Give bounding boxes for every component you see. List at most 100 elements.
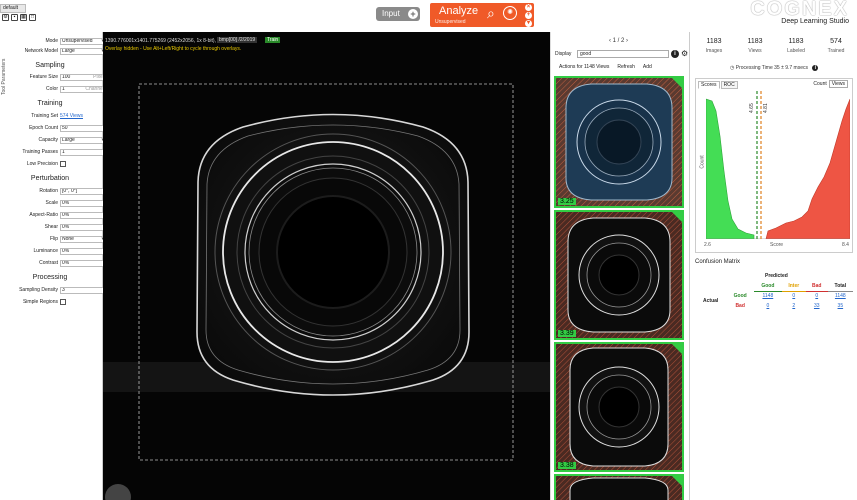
thumbnail-score: 3.39 [558, 330, 576, 337]
display-filter-select[interactable]: good [577, 50, 669, 58]
workspace-tab[interactable]: default [0, 4, 26, 13]
aspect-row: Aspect-Ratio 0% [8, 212, 106, 219]
trainset-label: Training Set [31, 113, 58, 119]
info-icon[interactable]: i [812, 65, 819, 71]
aspect-value: 0% [62, 212, 70, 218]
layout-icon[interactable]: ▪ [11, 14, 18, 21]
window-icon[interactable]: □ [29, 14, 36, 21]
scale-field[interactable]: 0% [60, 200, 106, 207]
shear-field[interactable]: 0% [60, 224, 106, 231]
add-icon[interactable]: + [408, 9, 418, 19]
capacity-select[interactable]: Large▾ [60, 137, 106, 144]
rotation-field[interactable]: [0°, 0°] [60, 188, 106, 195]
thumbnail-4[interactable] [554, 474, 684, 500]
stat-label: Views [748, 48, 762, 54]
mode-row: Mode Unsupervised▾ [8, 38, 106, 45]
chevron-down-icon[interactable]: ▾ [525, 20, 532, 27]
epoch-label: Epoch Count [29, 125, 58, 131]
brand-logo: COGNEX Deep Learning Studio [750, 0, 849, 25]
actions-menu[interactable]: Actions for 1148 Views [559, 64, 609, 70]
predicted-label: Predicted [765, 273, 788, 279]
add-button[interactable]: Add [643, 64, 652, 70]
feature-value: 100 [62, 74, 71, 80]
pager: ‹ 1 / 2 › [609, 38, 628, 44]
col-total: Total [827, 281, 853, 292]
grid-icon[interactable]: ▦ [20, 14, 27, 21]
mode-label: Mode [45, 38, 58, 44]
cell-good-good[interactable]: 1148 [754, 291, 782, 301]
network-row: Network Model Large▾ [8, 48, 106, 55]
cell-good-inter[interactable]: 0 [782, 291, 806, 301]
input-tool-button[interactable]: Input + [376, 7, 420, 21]
network-value: Large [62, 48, 75, 54]
color-field[interactable]: 1 Channel [60, 86, 106, 93]
count-label: Count [813, 81, 827, 87]
luminance-value: 0% [62, 248, 70, 254]
count-selector[interactable]: Count Views [813, 80, 848, 88]
lowprec-label: Low Precision [26, 161, 58, 167]
epoch-value: 50 [62, 125, 68, 131]
epoch-count-field[interactable]: 50 [60, 125, 106, 132]
cell-good-total[interactable]: 1148 [828, 291, 853, 301]
tab-roc[interactable]: ROC [720, 81, 738, 89]
sampling-density-field[interactable]: 3 [60, 287, 106, 294]
training-passes-field[interactable]: 1 [60, 149, 106, 156]
low-precision-checkbox[interactable] [60, 161, 66, 167]
feature-size-field[interactable]: 100 Pixel [60, 74, 106, 81]
status-corner [672, 344, 682, 354]
rotation-value: [0°, 0°] [62, 188, 78, 194]
page-prev-icon[interactable]: ‹ [609, 38, 611, 44]
col-good: Good [754, 281, 782, 292]
sampling-heading: Sampling [35, 62, 65, 69]
display-label: Display [555, 51, 572, 57]
luminance-field[interactable]: 0% [60, 248, 106, 255]
add-icon[interactable]: + [525, 12, 532, 19]
mode-select[interactable]: Unsupervised▾ [60, 38, 106, 45]
cell-good-bad[interactable]: 0 [806, 291, 828, 301]
actions-row: Actions for 1148 Views Refresh Add [559, 64, 652, 70]
good-score-area [706, 98, 755, 239]
image-viewer[interactable]: 1390.776001x1401.775269 (2452x2056, 1x 8… [103, 32, 550, 500]
thumbnail-score: 3.38 [558, 462, 576, 469]
stat-label: Labeled [787, 48, 805, 54]
rotation-label: Rotation [39, 188, 58, 194]
mode-value: Unsupervised [62, 38, 93, 44]
training-set-link[interactable]: 574 Views [60, 113, 83, 120]
color-label: Color [46, 86, 58, 92]
search-icon[interactable]: ⌕ [487, 6, 495, 20]
cell-bad-good[interactable]: 0 [754, 301, 782, 311]
network-select[interactable]: Large▾ [60, 48, 106, 55]
brain-icon[interactable]: ✺ [503, 6, 517, 20]
x-axis-label: Score [770, 242, 784, 248]
info-icon[interactable]: i [671, 50, 679, 58]
thumbnail-2[interactable]: 3.39 [554, 210, 684, 340]
density-row: Sampling Density 3 [8, 287, 106, 294]
tab-scores[interactable]: Scores [698, 81, 720, 89]
thumbnail-image [556, 78, 682, 206]
analyze-tool-controls: × + ▾ [525, 4, 532, 27]
gear-icon[interactable]: ⚙ [681, 49, 688, 58]
stat-label: Trained [827, 48, 845, 54]
cell-bad-total[interactable]: 35 [828, 301, 853, 311]
confusion-table: Good Inter Bad Total Actual Good 1148 0 … [695, 281, 853, 311]
aspect-ratio-field[interactable]: 0% [60, 212, 106, 219]
cell-bad-inter[interactable]: 2 [782, 301, 806, 311]
cell-bad-bad[interactable]: 33 [806, 301, 828, 311]
refresh-button[interactable]: Refresh [617, 64, 635, 70]
flip-select[interactable]: None▾ [60, 236, 106, 243]
thumbnail-1[interactable]: 3.25 [554, 76, 684, 208]
analyze-tool-block[interactable]: Analyze Unsupervised ⌕ ✺ × + ▾ [430, 3, 534, 27]
simple-regions-checkbox[interactable] [60, 299, 66, 305]
feature-row: Feature Size 100 Pixel [8, 74, 106, 81]
tool-parameters-panel: Tool Parameters Mode Unsupervised▾ Netwo… [0, 32, 106, 500]
close-icon[interactable]: × [525, 4, 532, 11]
simple-row: Simple Regions [8, 299, 100, 306]
gear-icon[interactable]: ⚙ [2, 14, 9, 21]
contrast-row: Contrast 0% [8, 260, 106, 267]
passes-value: 1 [62, 149, 65, 155]
page-next-icon[interactable]: › [626, 38, 628, 44]
contrast-field[interactable]: 0% [60, 260, 106, 267]
luminance-label: Luminance [33, 248, 58, 254]
chart-tabs: Scores ROC [698, 81, 738, 89]
thumbnail-3[interactable]: 3.38 [554, 342, 684, 472]
